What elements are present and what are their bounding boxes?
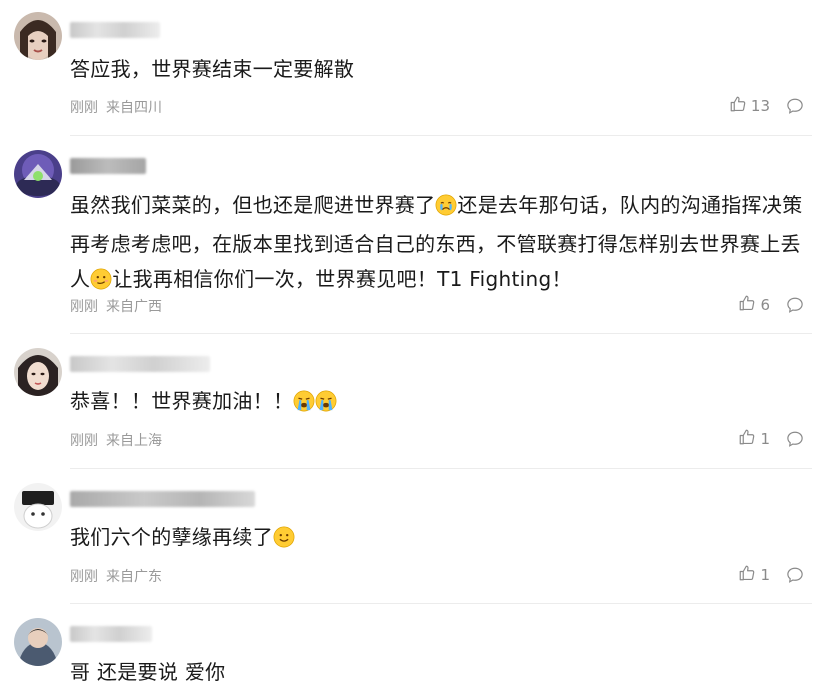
comment-location: 来自广东 xyxy=(106,569,162,585)
comment-meta: 刚刚 来自广东 xyxy=(70,566,162,586)
thumbs-up-icon xyxy=(738,564,756,586)
comment-actions: 6 xyxy=(738,294,804,316)
username[interactable] xyxy=(70,624,152,644)
comment-text-segment: 恭喜！！世界赛加油！！ xyxy=(70,389,294,413)
comment-location: 来自广西 xyxy=(106,299,162,315)
comment-meta: 刚刚 来自上海 xyxy=(70,430,162,450)
comment-time: 刚刚 xyxy=(70,100,98,116)
comment-text: 我们六个的孽缘再续了 xyxy=(70,520,815,559)
like-button[interactable]: 1 xyxy=(738,428,770,450)
slightly-smiling-face-emoji xyxy=(273,524,295,559)
comment-item: 虽然我们菜菜的，但也还是爬进世界赛了 还是去年那句话，队内的沟通指挥决策再考虑考虑… xyxy=(0,136,826,334)
thumbs-up-icon xyxy=(738,428,756,450)
avatar[interactable] xyxy=(14,618,62,666)
comment-bubble-icon[interactable] xyxy=(786,566,804,584)
comment-meta: 刚刚 来自广西 xyxy=(70,296,162,316)
avatar[interactable] xyxy=(14,12,62,60)
comment-text-segment: 虽然我们菜菜的，但也还是爬进世界赛了 xyxy=(70,193,436,217)
thumbs-up-icon xyxy=(729,95,747,117)
comment-time: 刚刚 xyxy=(70,569,98,585)
comment-bubble-icon[interactable] xyxy=(786,296,804,314)
comment-text: 答应我，世界赛结束一定要解散 xyxy=(70,52,815,87)
comment-text: 哥 还是要说 爱你 xyxy=(70,655,815,690)
username[interactable] xyxy=(70,354,210,374)
username[interactable] xyxy=(70,20,160,40)
comment-actions: 1 xyxy=(738,428,804,450)
comment-time: 刚刚 xyxy=(70,433,98,449)
comment-location: 来自四川 xyxy=(106,100,162,116)
like-count: 1 xyxy=(760,430,770,448)
loudly-crying-face-emoji xyxy=(293,388,315,423)
comment-meta: 刚刚 来自四川 xyxy=(70,97,162,117)
comment-bubble-icon[interactable] xyxy=(786,430,804,448)
avatar[interactable] xyxy=(14,150,62,198)
like-button[interactable]: 6 xyxy=(738,294,770,316)
loudly-crying-face-emoji xyxy=(315,388,337,423)
like-button[interactable]: 13 xyxy=(729,95,770,117)
username[interactable] xyxy=(70,156,146,176)
like-count: 1 xyxy=(760,566,770,584)
comment-time: 刚刚 xyxy=(70,299,98,315)
comment-item: 我们六个的孽缘再续了 刚刚 来自广东 1 xyxy=(0,469,826,604)
comment-actions: 1 xyxy=(738,564,804,586)
like-count: 13 xyxy=(750,97,770,115)
comment-text-segment: 哥 还是要说 爱你 xyxy=(70,660,226,684)
comment-location: 来自上海 xyxy=(106,433,162,449)
thumbs-up-icon xyxy=(738,294,756,316)
like-button[interactable]: 1 xyxy=(738,564,770,586)
avatar[interactable] xyxy=(14,348,62,396)
username[interactable] xyxy=(70,489,255,509)
comment-item: 哥 还是要说 爱你 xyxy=(0,604,826,695)
comment-list: 答应我，世界赛结束一定要解散 刚刚 来自四川 13 虽然我们菜菜的，但也还是爬进… xyxy=(0,0,826,695)
avatar[interactable] xyxy=(14,483,62,531)
comment-item: 答应我，世界赛结束一定要解散 刚刚 来自四川 13 xyxy=(0,0,826,136)
like-count: 6 xyxy=(760,296,770,314)
comment-text: 恭喜！！世界赛加油！！ xyxy=(70,384,815,423)
comment-text-segment: 答应我，世界赛结束一定要解散 xyxy=(70,57,355,81)
comment-actions: 13 xyxy=(729,95,804,117)
comment-item: 恭喜！！世界赛加油！！ 刚刚 来自上海 1 xyxy=(0,334,826,469)
comment-text: 虽然我们菜菜的，但也还是爬进世界赛了 还是去年那句话，队内的沟通指挥决策再考虑考虑… xyxy=(70,188,815,301)
comment-text-segment: 我们六个的孽缘再续了 xyxy=(70,525,273,549)
comment-text-segment: 让我再相信你们一次，世界赛见吧！T1 Fighting！ xyxy=(112,267,572,291)
comment-bubble-icon[interactable] xyxy=(786,97,804,115)
crying-face-emoji xyxy=(435,192,457,227)
